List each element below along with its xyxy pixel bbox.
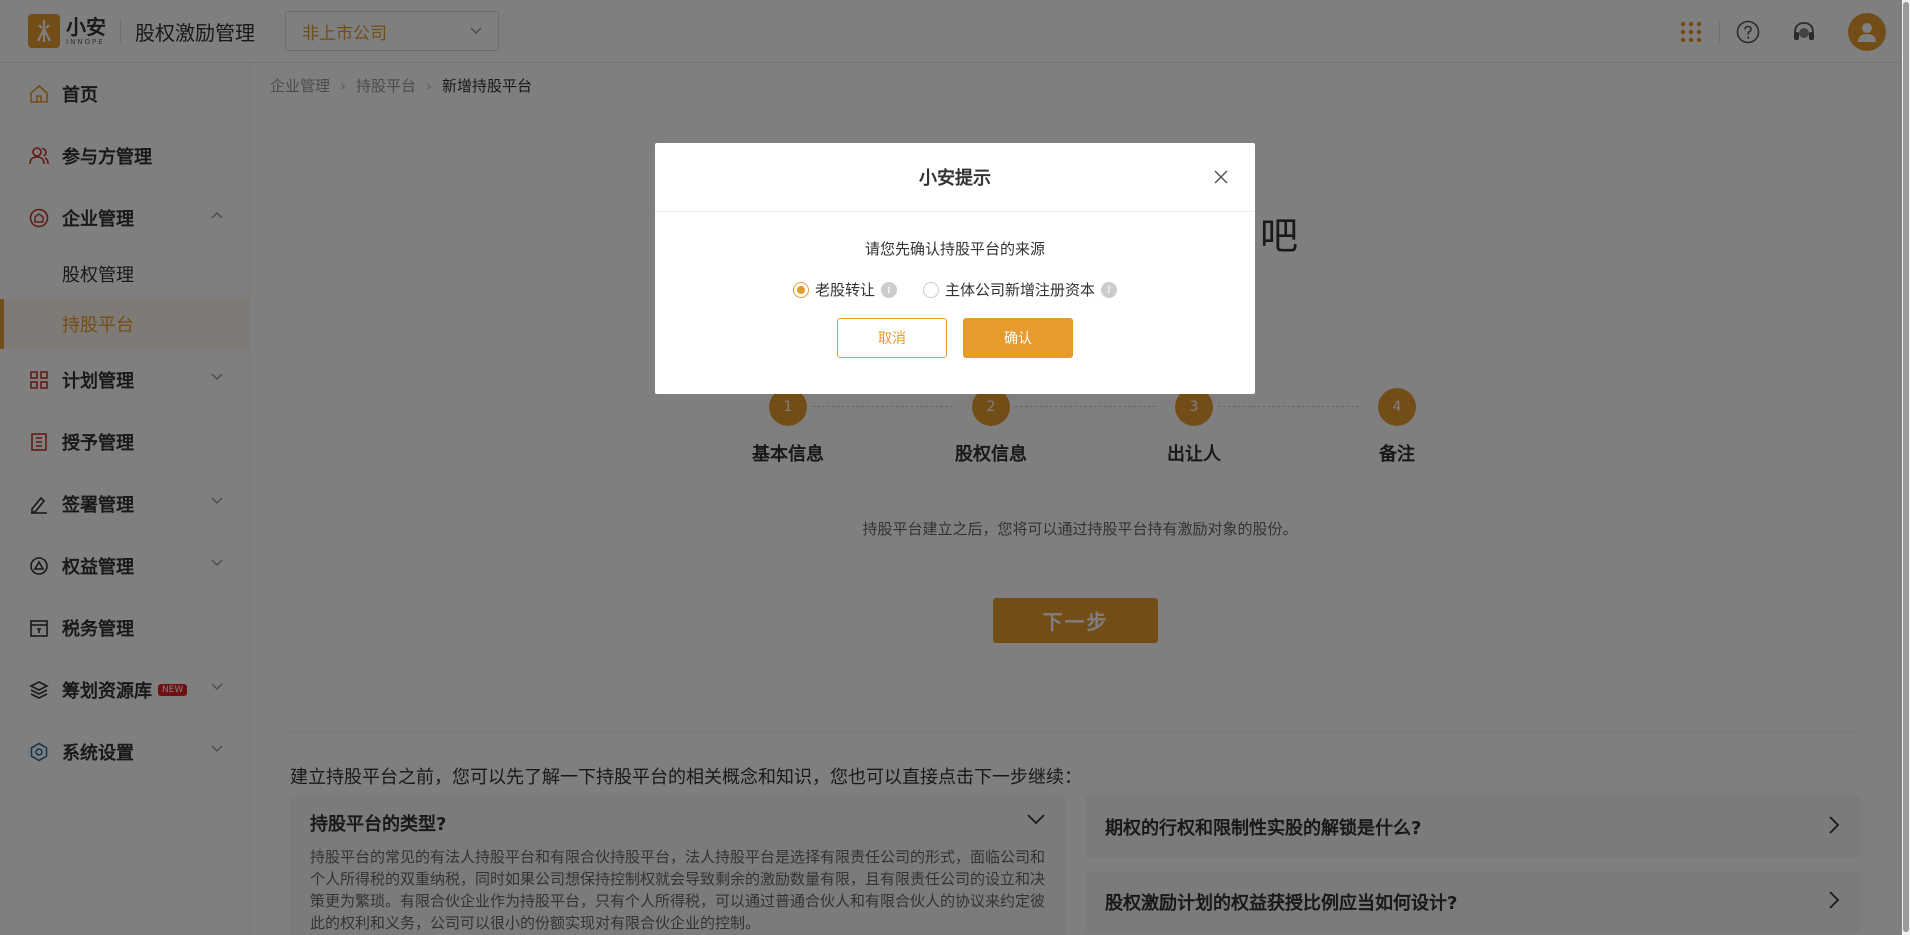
cancel-button[interactable]: 取消 xyxy=(837,318,947,358)
info-icon[interactable]: i xyxy=(1101,281,1118,298)
confirm-button[interactable]: 确认 xyxy=(963,318,1073,358)
radio-label: 老股转让 xyxy=(814,281,875,299)
dialog-message: 请您先确认持股平台的来源 xyxy=(864,240,1045,258)
radio-new-registered-capital[interactable]: 主体公司新增注册资本 i xyxy=(923,279,1118,300)
scrollbar-thumb[interactable] xyxy=(1903,2,1909,932)
page-scrollbar[interactable] xyxy=(1902,0,1910,935)
info-icon[interactable]: i xyxy=(881,281,897,298)
radio-checked xyxy=(792,281,809,298)
source-radio-group: 老股转让 i 主体公司新增注册资本 i xyxy=(655,279,1255,300)
radio-label: 主体公司新增注册资本 xyxy=(945,281,1096,299)
radio-unchecked xyxy=(923,281,939,298)
dialog-title: 小安提示 xyxy=(919,168,991,189)
dialog-header: 小安提示 xyxy=(655,143,1255,212)
radio-old-share-transfer[interactable]: 老股转让 i xyxy=(792,279,897,300)
modal-overlay[interactable] xyxy=(0,0,1910,935)
close-icon[interactable] xyxy=(1213,169,1229,185)
dialog-actions: 取消 确认 xyxy=(655,318,1255,358)
confirm-dialog: 小安提示 请您先确认持股平台的来源 老股转让 i 主体公司新增注册资本 i 取消… xyxy=(655,143,1255,394)
